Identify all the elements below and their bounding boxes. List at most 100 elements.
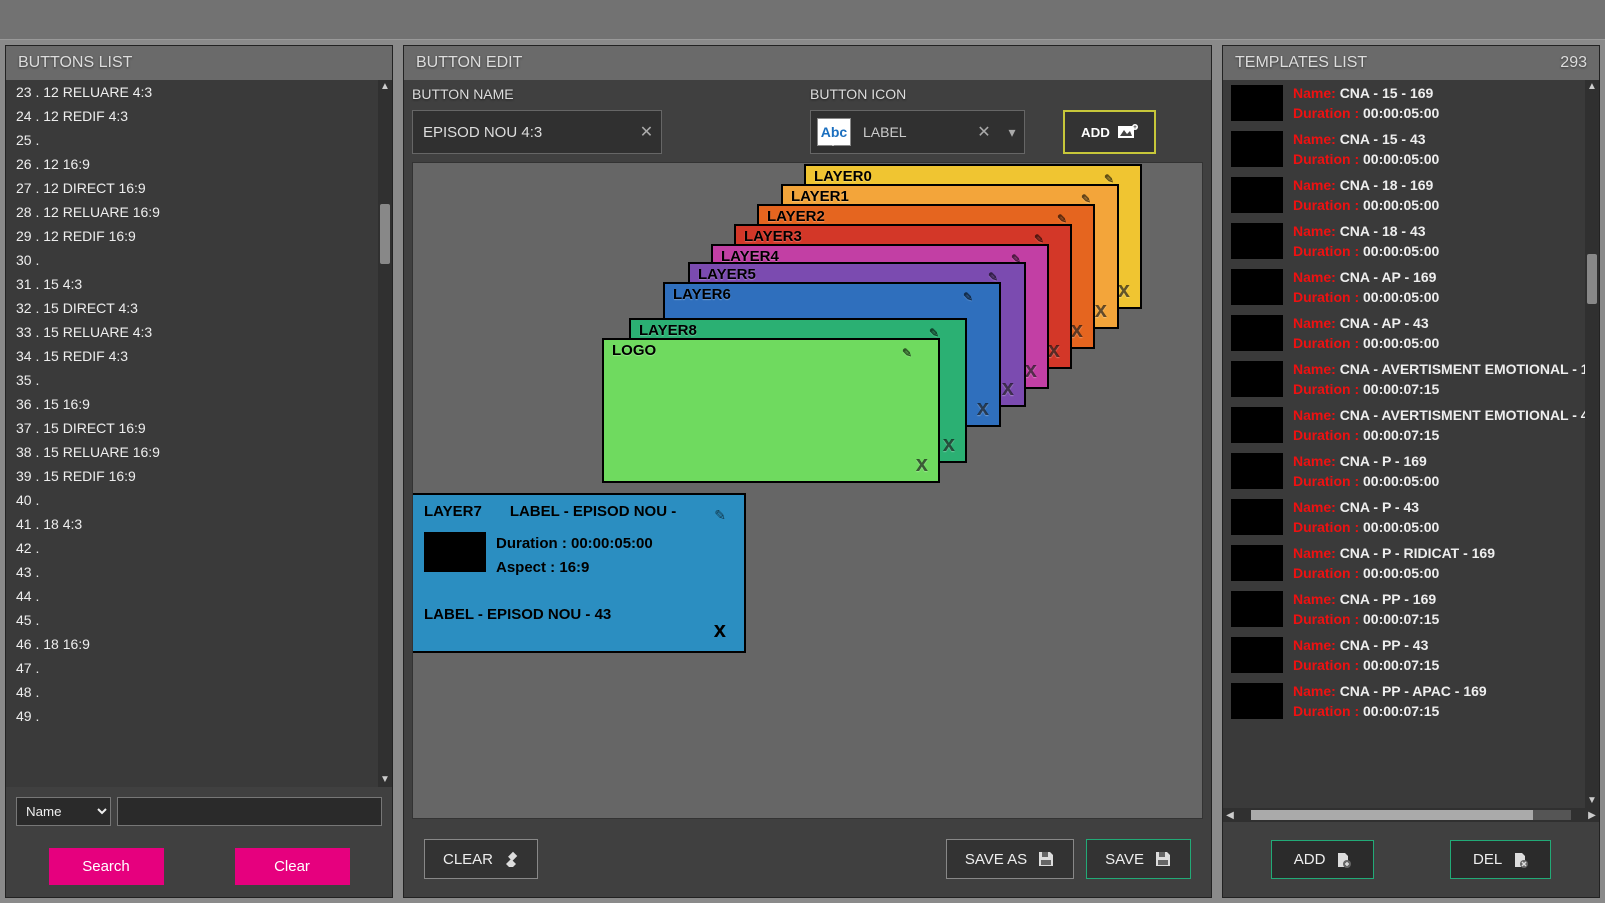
template-row[interactable]: Name: CNA - 15 - 169Duration : 00:00:05:… <box>1223 80 1599 126</box>
buttons-list-item[interactable]: 28 . 12 RELUARE 16:9 <box>6 200 392 224</box>
template-row[interactable]: Name: CNA - AVERTISMENT EMOTIONAL - 43Du… <box>1223 402 1599 448</box>
buttons-list-item[interactable]: 49 . <box>6 704 392 728</box>
buttons-list-item[interactable]: 35 . <box>6 368 392 392</box>
scroll-up-icon[interactable]: ▲ <box>378 80 392 94</box>
templates-hscrollbar[interactable]: ◀ ▶ <box>1223 808 1599 822</box>
button-name-input[interactable] <box>413 124 632 141</box>
buttons-list-item[interactable]: 40 . <box>6 488 392 512</box>
buttons-list-item[interactable]: 39 . 15 REDIF 16:9 <box>6 464 392 488</box>
template-name-label: Name: <box>1293 591 1340 607</box>
hscroll-thumb[interactable] <box>1251 810 1533 820</box>
pencil-icon[interactable]: ✎ <box>963 290 973 304</box>
buttons-list-item[interactable]: 26 . 12 16:9 <box>6 152 392 176</box>
template-name: CNA - 15 - 43 <box>1340 131 1426 147</box>
template-row[interactable]: Name: CNA - PP - APAC - 169Duration : 00… <box>1223 678 1599 724</box>
buttons-list-item[interactable]: 31 . 15 4:3 <box>6 272 392 296</box>
close-icon[interactable]: x <box>916 451 928 477</box>
save-as-button[interactable]: SAVE AS <box>946 839 1074 879</box>
buttons-list-item[interactable]: 33 . 15 RELUARE 4:3 <box>6 320 392 344</box>
scroll-left-icon[interactable]: ◀ <box>1223 810 1237 821</box>
close-icon[interactable]: x <box>1002 375 1014 401</box>
scroll-up-icon[interactable]: ▲ <box>1585 80 1599 94</box>
layer-title: LAYER3 <box>744 228 802 245</box>
template-duration-label: Duration : <box>1293 289 1363 305</box>
scroll-thumb[interactable] <box>380 204 390 264</box>
buttons-list-item[interactable]: 47 . <box>6 656 392 680</box>
template-row[interactable]: Name: CNA - PP - 169Duration : 00:00:07:… <box>1223 586 1599 632</box>
buttons-list-item[interactable]: 43 . <box>6 560 392 584</box>
scroll-down-icon[interactable]: ▼ <box>378 773 392 787</box>
template-row[interactable]: Name: CNA - AVERTISMENT EMOTIONAL - 169D… <box>1223 356 1599 402</box>
add-icon-button[interactable]: ADD + <box>1063 110 1156 154</box>
close-icon[interactable]: x <box>943 431 955 457</box>
template-duration: 00:00:05:00 <box>1363 289 1439 305</box>
save-button[interactable]: SAVE <box>1086 839 1191 879</box>
buttons-list-item[interactable]: 32 . 15 DIRECT 4:3 <box>6 296 392 320</box>
clear-icon-icon[interactable]: ✕ <box>968 122 1000 142</box>
delete-template-button[interactable]: DEL <box>1450 840 1551 879</box>
close-icon[interactable]: x <box>714 617 726 643</box>
template-row[interactable]: Name: CNA - PP - 43Duration : 00:00:07:1… <box>1223 632 1599 678</box>
templates-list[interactable]: Name: CNA - 15 - 169Duration : 00:00:05:… <box>1223 80 1599 808</box>
clear-name-icon[interactable]: ✕ <box>632 122 661 142</box>
templates-scrollbar[interactable]: ▲ ▼ <box>1585 80 1599 808</box>
template-row[interactable]: Name: CNA - P - 169Duration : 00:00:05:0… <box>1223 448 1599 494</box>
template-duration: 00:00:07:15 <box>1363 657 1439 673</box>
pencil-icon[interactable]: ✎ <box>714 507 726 524</box>
buttons-list-item[interactable]: 42 . <box>6 536 392 560</box>
template-duration: 00:00:05:00 <box>1363 243 1439 259</box>
layer-canvas[interactable]: LAYER0✎xLAYER1✎xLAYER2✎xLAYER3✎xLAYER4✎x… <box>412 162 1203 819</box>
template-row[interactable]: Name: CNA - P - RIDICAT - 169Duration : … <box>1223 540 1599 586</box>
buttons-list-item[interactable]: 34 . 15 REDIF 4:3 <box>6 344 392 368</box>
buttons-list-item[interactable]: 46 . 18 16:9 <box>6 632 392 656</box>
buttons-list-item[interactable]: 30 . <box>6 248 392 272</box>
buttons-list-item[interactable]: 27 . 12 DIRECT 16:9 <box>6 176 392 200</box>
buttons-list-item[interactable]: 44 . <box>6 584 392 608</box>
buttons-list-scrollbar[interactable]: ▲ ▼ <box>378 80 392 787</box>
clear-filter-button[interactable]: Clear <box>235 848 350 885</box>
search-button[interactable]: Search <box>49 848 164 885</box>
buttons-list-item[interactable]: 25 . <box>6 128 392 152</box>
close-icon[interactable]: x <box>1071 317 1083 343</box>
buttons-list-item[interactable]: 41 . 18 4:3 <box>6 512 392 536</box>
buttons-list-item[interactable]: 45 . <box>6 608 392 632</box>
close-icon[interactable]: x <box>1095 297 1107 323</box>
template-row[interactable]: Name: CNA - P - 43Duration : 00:00:05:00 <box>1223 494 1599 540</box>
add-template-button[interactable]: ADD <box>1271 840 1375 879</box>
template-duration: 00:00:07:15 <box>1363 703 1439 719</box>
template-name-label: Name: <box>1293 85 1340 101</box>
layer7-card[interactable]: LAYER7LABEL - EPISOD NOU -✎Duration : 00… <box>412 493 746 653</box>
template-row[interactable]: Name: CNA - 18 - 43Duration : 00:00:05:0… <box>1223 218 1599 264</box>
layer-title: LAYER5 <box>698 266 756 283</box>
pencil-icon[interactable]: ✎ <box>902 346 912 360</box>
icon-dropdown-icon[interactable]: ▾ <box>1000 124 1024 141</box>
template-row[interactable]: Name: CNA - 18 - 169Duration : 00:00:05:… <box>1223 172 1599 218</box>
filter-field-select[interactable]: Name <box>16 797 111 826</box>
buttons-list-header: BUTTONS LIST <box>6 46 392 80</box>
close-icon[interactable]: x <box>1048 337 1060 363</box>
button-name-label: BUTTON NAME <box>412 86 662 102</box>
template-row[interactable]: Name: CNA - AP - 169Duration : 00:00:05:… <box>1223 264 1599 310</box>
scroll-down-icon[interactable]: ▼ <box>1585 794 1599 808</box>
layer-card[interactable]: LOGO✎x <box>602 338 940 483</box>
template-duration: 00:00:07:15 <box>1363 381 1439 397</box>
buttons-list-item[interactable]: 37 . 15 DIRECT 16:9 <box>6 416 392 440</box>
close-icon[interactable]: x <box>977 395 989 421</box>
buttons-list-item[interactable]: 38 . 15 RELUARE 16:9 <box>6 440 392 464</box>
template-row[interactable]: Name: CNA - AP - 43Duration : 00:00:05:0… <box>1223 310 1599 356</box>
template-thumbnail <box>1231 499 1283 535</box>
template-row[interactable]: Name: CNA - 15 - 43Duration : 00:00:05:0… <box>1223 126 1599 172</box>
buttons-list-item[interactable]: 23 . 12 RELUARE 4:3 <box>6 80 392 104</box>
buttons-list[interactable]: 23 . 12 RELUARE 4:324 . 12 REDIF 4:325 .… <box>6 80 392 787</box>
scroll-thumb[interactable] <box>1587 254 1597 304</box>
eraser-icon <box>503 851 519 867</box>
buttons-list-item[interactable]: 36 . 15 16:9 <box>6 392 392 416</box>
buttons-list-item[interactable]: 24 . 12 REDIF 4:3 <box>6 104 392 128</box>
filter-input[interactable] <box>117 797 382 826</box>
close-icon[interactable]: x <box>1118 277 1130 303</box>
scroll-right-icon[interactable]: ▶ <box>1585 810 1599 821</box>
buttons-list-item[interactable]: 48 . <box>6 680 392 704</box>
buttons-list-item[interactable]: 29 . 12 REDIF 16:9 <box>6 224 392 248</box>
close-icon[interactable]: x <box>1025 357 1037 383</box>
clear-layers-button[interactable]: CLEAR <box>424 839 538 879</box>
